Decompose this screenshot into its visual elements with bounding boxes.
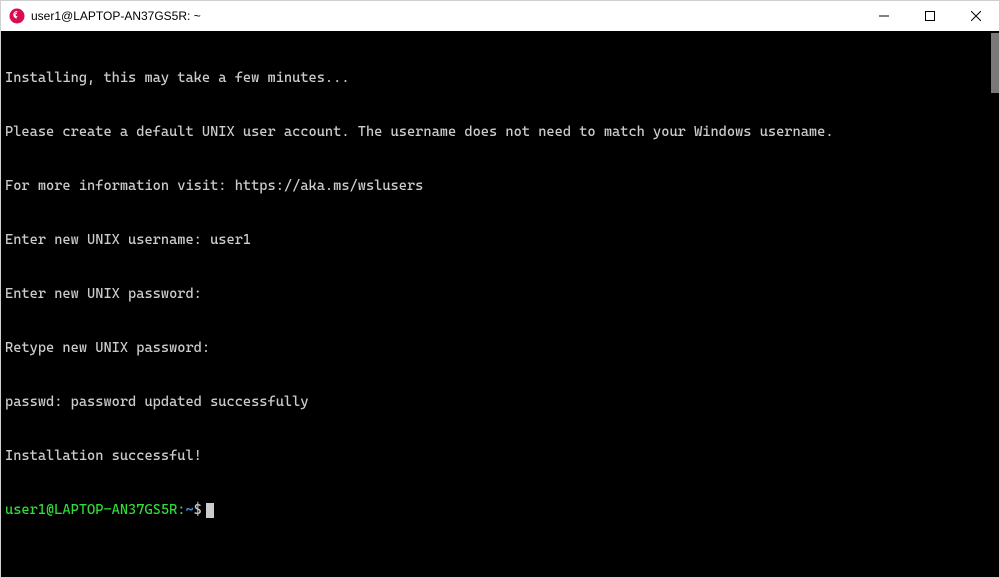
prompt-user-host: user1@LAPTOP-AN37GS5R [5, 502, 177, 518]
terminal-line: passwd: password updated successfully [5, 393, 995, 411]
window-title: user1@LAPTOP-AN37GS5R: ~ [31, 9, 861, 23]
titlebar[interactable]: user1@LAPTOP-AN37GS5R: ~ [1, 1, 999, 31]
terminal-line: Enter new UNIX username: user1 [5, 231, 995, 249]
close-button[interactable] [953, 1, 999, 31]
terminal-line: Please create a default UNIX user accoun… [5, 123, 995, 141]
cursor [206, 503, 214, 518]
terminal-line: Installing, this may take a few minutes.… [5, 69, 995, 87]
prompt-line: user1@LAPTOP-AN37GS5R:~$ [5, 501, 995, 519]
debian-icon [9, 8, 25, 24]
terminal-window: user1@LAPTOP-AN37GS5R: ~ Installing, thi… [0, 0, 1000, 578]
scrollbar-thumb[interactable] [991, 33, 999, 93]
prompt-dollar: $ [194, 502, 202, 518]
minimize-button[interactable] [861, 1, 907, 31]
terminal-body[interactable]: Installing, this may take a few minutes.… [1, 31, 999, 577]
prompt-path: ~ [185, 502, 193, 518]
terminal-line: Retype new UNIX password: [5, 339, 995, 357]
terminal-line: Installation successful! [5, 447, 995, 465]
maximize-button[interactable] [907, 1, 953, 31]
terminal-line: Enter new UNIX password: [5, 285, 995, 303]
terminal-line: For more information visit: https://aka.… [5, 177, 995, 195]
window-controls [861, 1, 999, 31]
